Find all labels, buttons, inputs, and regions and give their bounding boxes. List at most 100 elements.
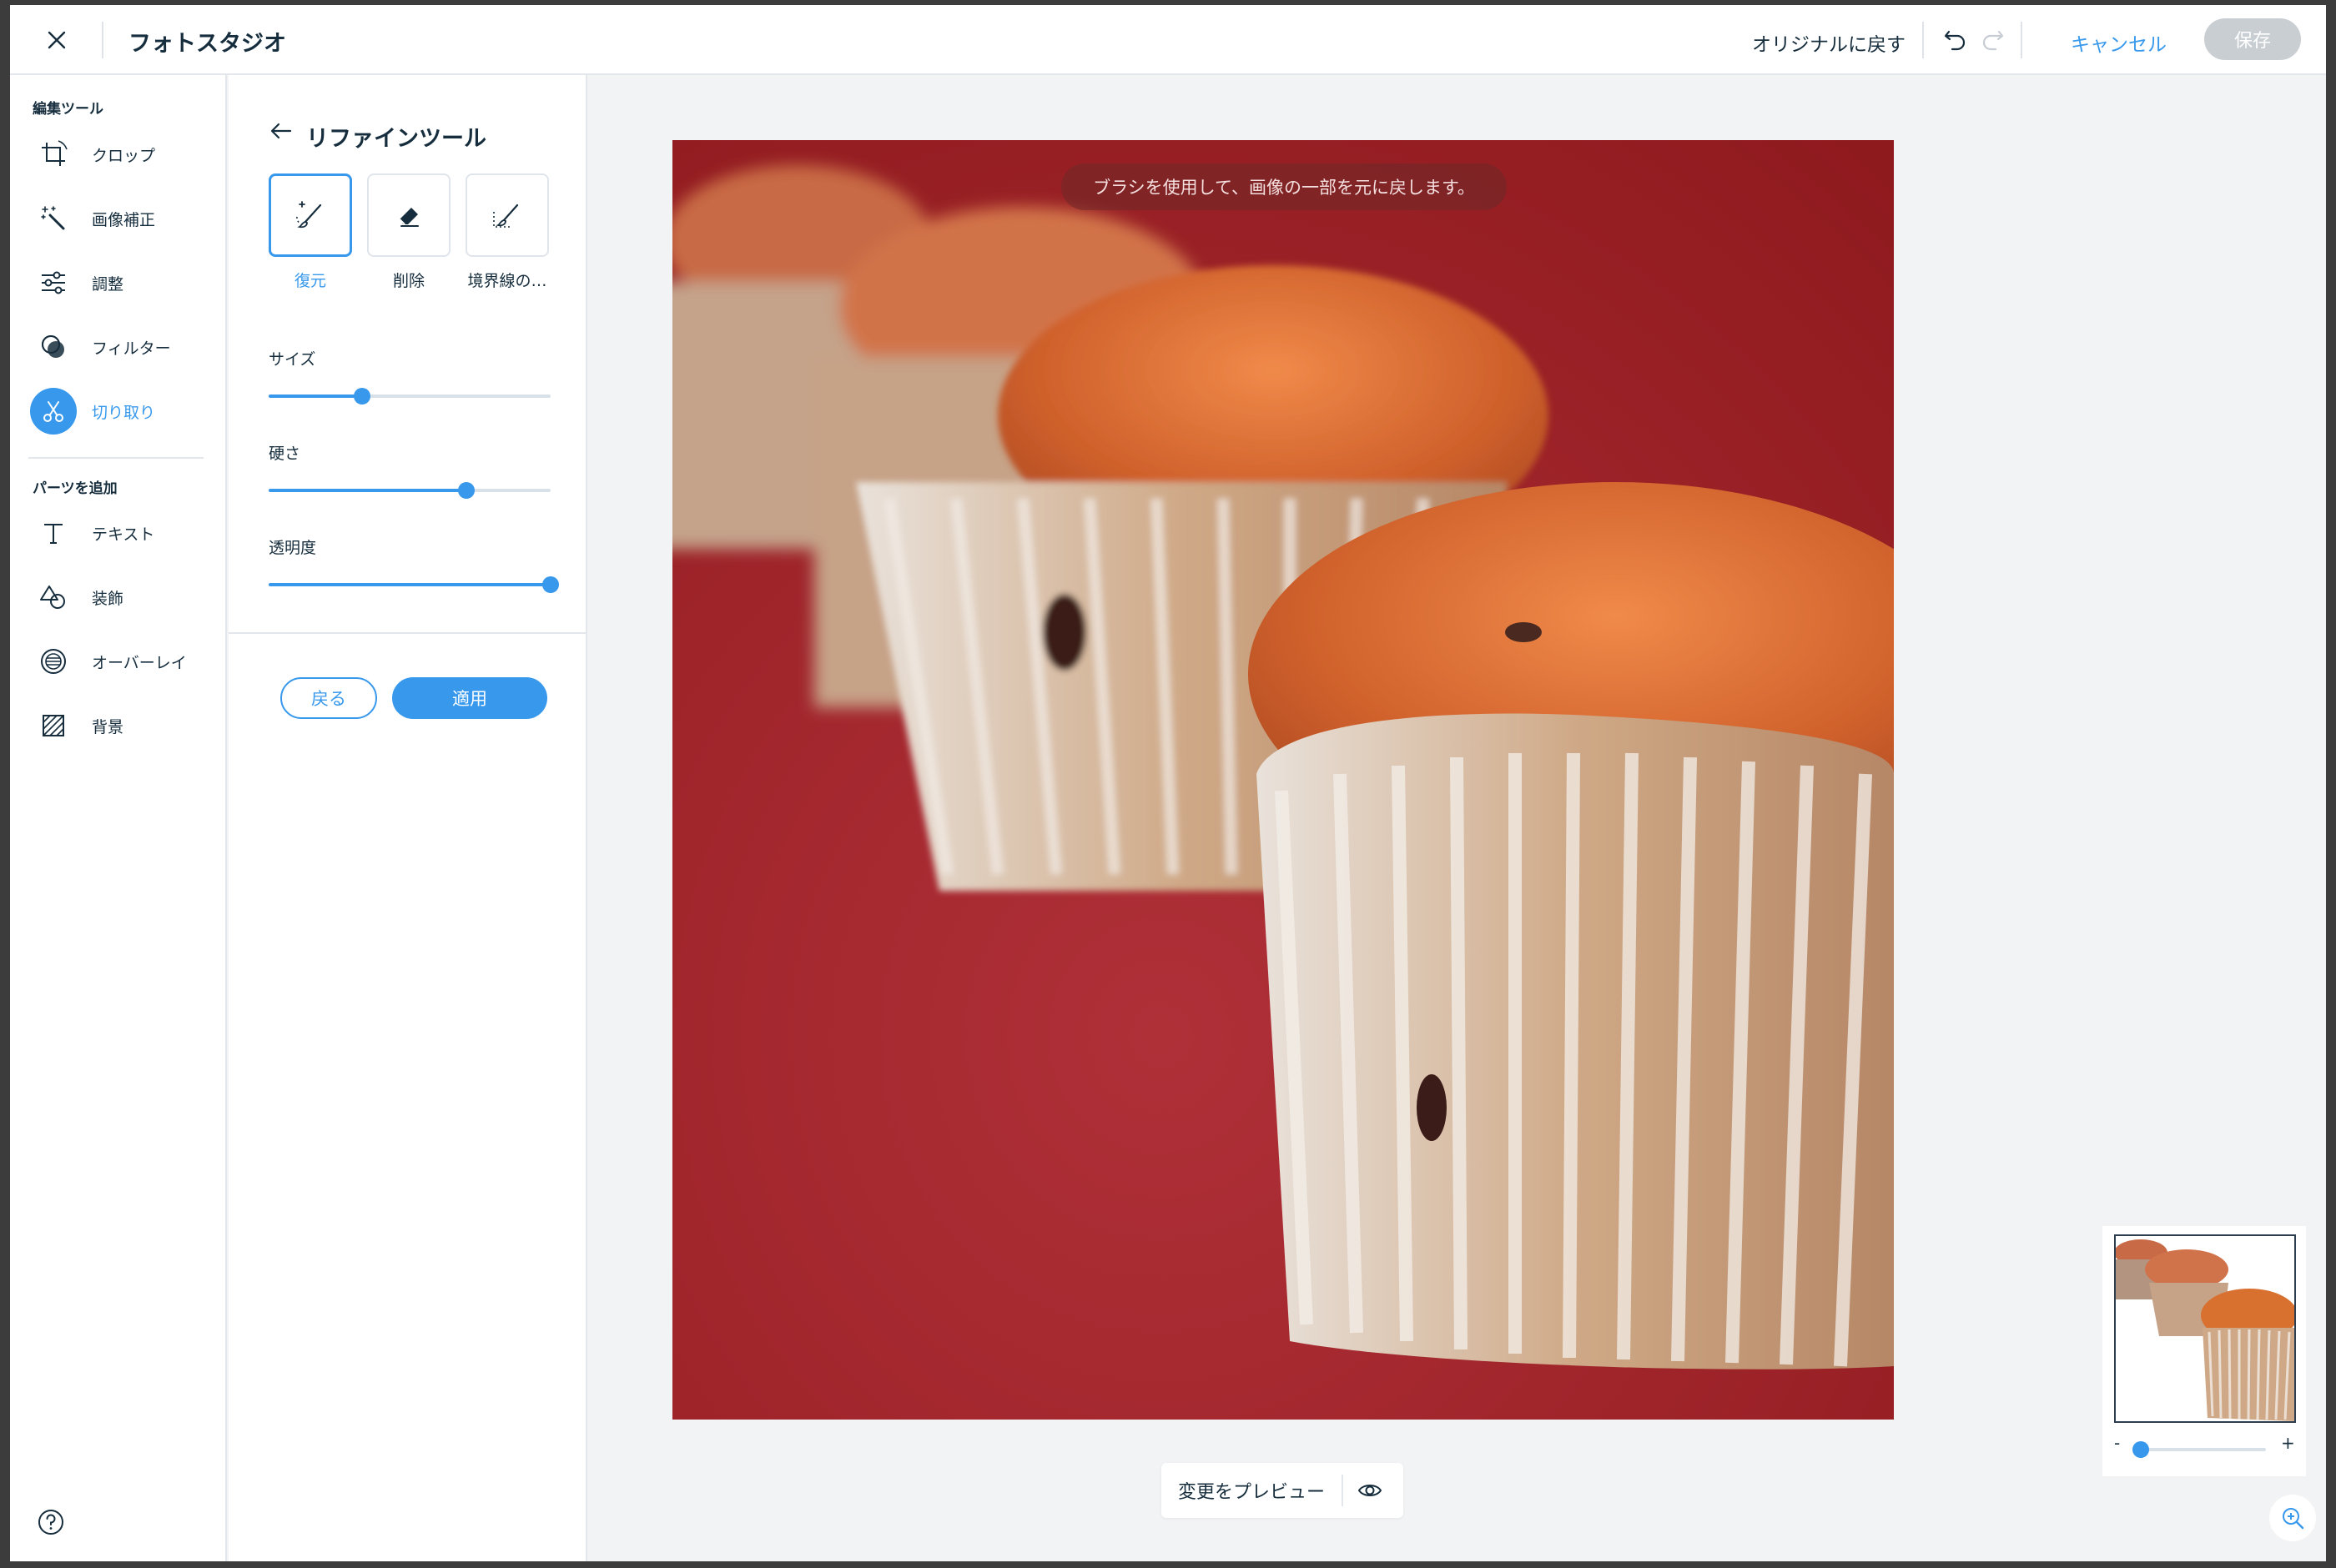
help-button[interactable] <box>37 1508 65 1536</box>
eraser-icon <box>399 208 419 227</box>
sliders-icon-wrap <box>30 259 77 306</box>
panel-divider <box>229 632 587 634</box>
sidebar-item-enhance[interactable]: 画像補正 <box>30 193 214 244</box>
erase-tool-button[interactable] <box>367 173 451 257</box>
shapes-icon-wrap <box>30 574 77 621</box>
sidebar-divider <box>28 457 204 459</box>
header-divider <box>102 22 103 58</box>
sidebar-item-label: 画像補正 <box>92 210 156 229</box>
edge-tool-label: 境界線の… <box>467 272 547 290</box>
header-divider <box>1922 22 1924 58</box>
edit-tools-heading: 編集ツール <box>33 101 103 118</box>
restore-tool-button[interactable] <box>269 173 352 257</box>
back-button[interactable]: 戻る <box>280 677 377 719</box>
sidebar-item-label: フィルター <box>92 339 171 358</box>
undo-icon <box>1944 30 1966 51</box>
help-icon <box>38 1510 63 1535</box>
crop-icon <box>42 140 68 166</box>
magic-wand-icon-wrap <box>30 195 77 242</box>
close-button[interactable] <box>40 23 73 57</box>
sidebar-item-filter[interactable]: フィルター <box>30 321 214 373</box>
preview-divider <box>1342 1475 1343 1506</box>
zoom-in-button[interactable]: + <box>2281 1433 2295 1453</box>
opacity-slider-label: 透明度 <box>269 539 317 557</box>
slider-fill <box>269 395 362 398</box>
close-icon <box>48 31 66 49</box>
zoom-slider[interactable] <box>2132 1440 2266 1460</box>
preview-label: 変更をプレビュー <box>1178 1482 1326 1503</box>
text-icon <box>44 524 63 544</box>
sidebar-item-cutout[interactable]: 切り取り <box>30 385 214 437</box>
sidebar-item-decoration[interactable]: 装飾 <box>30 571 214 623</box>
text-icon-wrap <box>30 510 77 556</box>
erase-tool-label: 削除 <box>392 272 425 290</box>
filter-icon <box>42 335 64 358</box>
restore-brush-icon <box>296 201 322 229</box>
sidebar-item-overlay[interactable]: オーバーレイ <box>30 636 214 687</box>
scissors-icon <box>43 401 63 422</box>
top-bar: フォトスタジオ オリジナルに戻す キャンセル 保存 <box>10 5 2326 75</box>
sidebar-item-label: オーバーレイ <box>92 653 187 672</box>
sliders-icon <box>42 271 65 294</box>
save-button[interactable]: 保存 <box>2204 18 2301 60</box>
filter-icon-wrap <box>30 324 77 370</box>
zoom-magnifier-icon <box>2283 1508 2304 1530</box>
apply-button[interactable]: 適用 <box>392 677 547 719</box>
undo-button[interactable] <box>1942 25 1969 57</box>
crop-icon-wrap <box>30 131 77 178</box>
opacity-slider[interactable] <box>269 575 559 595</box>
redo-button[interactable] <box>1979 25 2006 57</box>
hardness-slider-label: 硬さ <box>269 445 301 463</box>
add-parts-heading: パーツを追加 <box>33 480 118 497</box>
eye-icon <box>1357 1485 1382 1496</box>
navigator-thumbnail[interactable] <box>2114 1234 2296 1423</box>
sidebar-item-label: テキスト <box>92 525 155 544</box>
scissors-icon-wrap <box>30 388 77 435</box>
restore-tool-label: 復元 <box>294 272 326 290</box>
overlay-icon <box>41 649 66 674</box>
slider-fill <box>269 583 551 586</box>
zoom-slider-handle[interactable] <box>2132 1441 2149 1458</box>
sidebar-item-text[interactable]: テキスト <box>30 507 214 559</box>
background-icon <box>43 715 64 736</box>
edge-brush-icon <box>493 204 519 228</box>
zoom-to-fit-button[interactable] <box>2269 1495 2316 1541</box>
arrow-left-icon <box>270 123 292 139</box>
size-slider[interactable] <box>269 386 551 406</box>
sidebar-item-background[interactable]: 背景 <box>30 700 214 751</box>
photo-studio-modal: フォトスタジオ オリジナルに戻す キャンセル 保存 編集ツール クロップ 画像補… <box>10 5 2326 1561</box>
brush-hint-tooltip: ブラシを使用して、画像の一部を元に戻します。 <box>1061 163 1507 210</box>
sidebar-item-label: 背景 <box>92 717 124 736</box>
hardness-slider[interactable] <box>269 480 551 500</box>
sidebar-item-label: 調整 <box>92 274 124 294</box>
muffin-photo <box>672 140 1894 1420</box>
size-slider-label: サイズ <box>269 350 316 369</box>
slider-handle[interactable] <box>457 482 475 499</box>
header-divider <box>2021 22 2022 58</box>
app-title: フォトスタジオ <box>128 31 286 57</box>
tools-sidebar: 編集ツール クロップ 画像補正 調整 フィルター 切り取り パーツを追加 テキス… <box>10 75 227 1561</box>
slider-handle[interactable] <box>353 388 370 405</box>
panel-back-button[interactable] <box>270 122 292 143</box>
image-navigator: - + <box>2102 1226 2306 1476</box>
edge-tool-button[interactable] <box>466 173 549 257</box>
refine-tool-panel: リファインツール 復元 削除 境界線の… サイズ 硬さ 透明度 戻る 適用 <box>229 75 587 1561</box>
preview-changes-button[interactable]: 変更をプレビュー <box>1161 1463 1403 1518</box>
zoom-out-button[interactable]: - <box>2114 1433 2120 1453</box>
panel-title: リファインツール <box>306 126 486 152</box>
slider-handle[interactable] <box>542 576 559 593</box>
background-icon-wrap <box>30 702 77 749</box>
sidebar-item-label: 装飾 <box>92 589 124 608</box>
slider-fill <box>269 489 466 492</box>
sidebar-item-crop[interactable]: クロップ <box>30 128 214 180</box>
cancel-button[interactable]: キャンセル <box>2071 28 2167 57</box>
edited-photo[interactable] <box>672 140 1894 1420</box>
sidebar-item-label: 切り取り <box>92 403 156 422</box>
shapes-icon <box>40 585 65 609</box>
revert-to-original-button[interactable]: オリジナルに戻す <box>1752 28 1906 57</box>
muffin-thumbnail <box>2116 1236 2294 1421</box>
overlay-icon-wrap <box>30 638 77 685</box>
sidebar-item-adjust[interactable]: 調整 <box>30 257 214 309</box>
redo-icon <box>1982 30 2004 51</box>
sidebar-item-label: クロップ <box>92 146 156 165</box>
